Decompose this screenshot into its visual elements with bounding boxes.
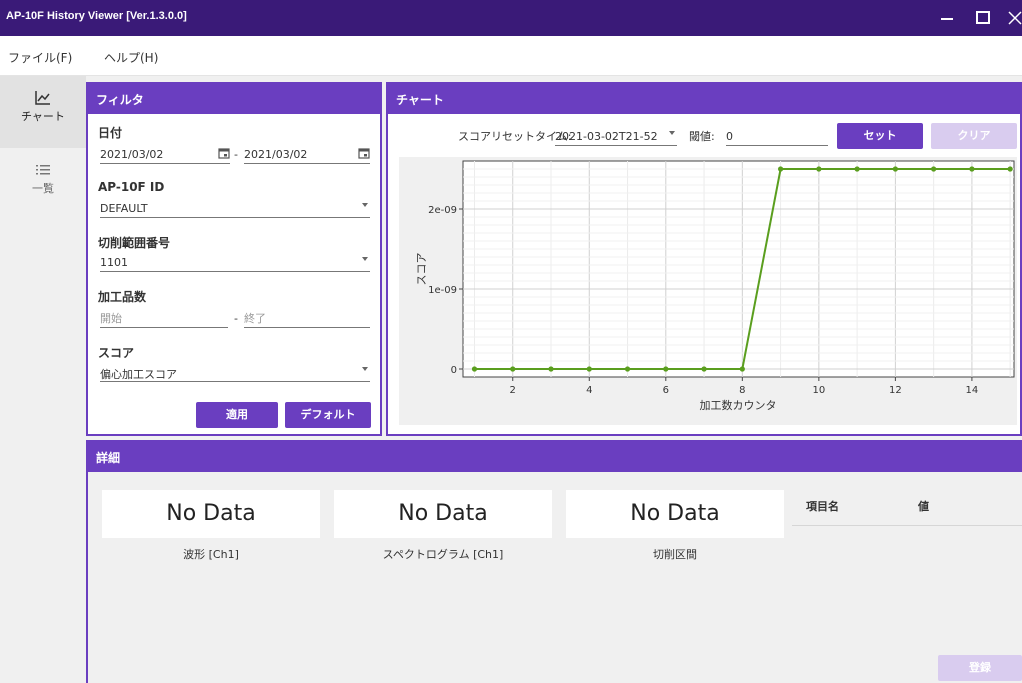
- calendar-icon[interactable]: [218, 147, 230, 159]
- x-tick-label: 6: [663, 385, 669, 396]
- column-header-value: 値: [918, 500, 929, 513]
- chevron-down-icon: [669, 131, 675, 135]
- id-value: DEFAULT: [100, 202, 148, 215]
- detail-panel: 詳細 No Data 波形 [Ch1] No Data スペクトログラム [Ch…: [86, 440, 1022, 683]
- x-tick-label: 14: [966, 385, 979, 396]
- clear-button[interactable]: クリア: [931, 123, 1017, 149]
- data-point: [586, 366, 592, 372]
- chart-panel-title: チャート: [388, 84, 1020, 114]
- menu-bar: ファイル(F) ヘルプ(H): [0, 36, 1022, 76]
- minimize-icon: [941, 18, 953, 20]
- set-button[interactable]: セット: [837, 123, 923, 149]
- data-point: [701, 366, 707, 372]
- maximize-icon: [976, 11, 990, 24]
- range-select[interactable]: 1101: [100, 254, 370, 272]
- cutting-section-box: No Data: [566, 490, 784, 538]
- nav-chart-label: チャート: [21, 110, 65, 123]
- id-select[interactable]: DEFAULT: [100, 200, 370, 218]
- waveform-box: No Data: [102, 490, 320, 538]
- detail-table-header: 項目名 値: [792, 490, 1022, 526]
- count-end-placeholder: 終了: [244, 312, 266, 325]
- apply-button[interactable]: 適用: [196, 402, 278, 428]
- data-point: [969, 166, 975, 172]
- date-separator: -: [234, 148, 238, 161]
- close-icon: [1008, 11, 1022, 25]
- chart-panel: チャート スコアリセットタイム: 2021-03-02T21-52 閾値: 0 …: [386, 82, 1022, 436]
- x-tick-label: 4: [586, 385, 592, 396]
- menu-file[interactable]: ファイル(F): [8, 49, 72, 66]
- data-point: [663, 366, 669, 372]
- reset-time-value: 2021-03-02T21-52: [555, 130, 658, 143]
- x-tick-label: 12: [889, 385, 902, 396]
- data-point: [854, 166, 860, 172]
- chevron-down-icon: [362, 257, 368, 261]
- date-to-value: 2021/03/02: [244, 148, 308, 161]
- filter-panel-title: フィルタ: [88, 84, 380, 114]
- score-label: スコア: [98, 346, 135, 360]
- maximize-button[interactable]: [971, 6, 995, 30]
- register-button[interactable]: 登録: [938, 655, 1022, 681]
- spectrogram-caption: スペクトログラム [Ch1]: [382, 548, 504, 561]
- column-header-name: 項目名: [806, 500, 839, 513]
- side-navigation: チャート 一覧: [0, 76, 86, 683]
- id-label: AP-10F ID: [98, 180, 165, 194]
- count-separator: -: [234, 312, 238, 325]
- chevron-down-icon: [362, 203, 368, 207]
- title-bar: AP-10F History Viewer [Ver.1.3.0.0]: [0, 0, 1022, 36]
- range-label: 切削範囲番号: [98, 236, 171, 250]
- close-button[interactable]: [1003, 6, 1022, 30]
- default-button[interactable]: デフォルト: [285, 402, 371, 428]
- threshold-label: 閾値:: [689, 130, 715, 143]
- cutting-section-caption: 切削区間: [653, 548, 697, 561]
- count-label: 加工品数: [98, 290, 147, 304]
- spectrogram-box: No Data: [334, 490, 552, 538]
- date-from-value: 2021/03/02: [100, 148, 164, 161]
- date-to-field[interactable]: 2021/03/02: [244, 146, 370, 164]
- date-from-field[interactable]: 2021/03/02: [100, 146, 230, 164]
- data-point: [548, 366, 554, 372]
- count-end-input[interactable]: 終了: [244, 308, 370, 328]
- count-start-input[interactable]: 開始: [100, 308, 228, 328]
- nav-item-list[interactable]: 一覧: [0, 148, 86, 220]
- data-point: [739, 366, 745, 372]
- data-point: [777, 166, 784, 172]
- window-title: AP-10F History Viewer [Ver.1.3.0.0]: [6, 10, 187, 22]
- range-value: 1101: [100, 256, 128, 269]
- data-point: [816, 166, 822, 172]
- calendar-icon[interactable]: [358, 147, 370, 159]
- data-point: [624, 366, 631, 372]
- minimize-button[interactable]: [935, 6, 959, 30]
- chart-icon: [35, 91, 50, 105]
- y-tick-label: 1e-09: [428, 285, 457, 296]
- threshold-input[interactable]: 0: [726, 128, 828, 146]
- filter-panel: フィルタ 日付 2021/03/02 - 2021/03/02 AP-10F I…: [86, 82, 382, 436]
- nav-list-label: 一覧: [32, 182, 54, 195]
- data-point: [471, 366, 478, 372]
- score-chart: 2 4 6 8 10 12 14 0 1e-09 2e-09 加工数カウンタ スコア: [399, 157, 1017, 425]
- waveform-caption: 波形 [Ch1]: [183, 548, 239, 561]
- threshold-value: 0: [726, 130, 733, 143]
- score-value: 偏心加工スコア: [100, 368, 177, 381]
- list-icon: [36, 165, 50, 175]
- nav-item-chart[interactable]: チャート: [0, 76, 86, 148]
- y-tick-label: 2e-09: [428, 205, 457, 216]
- data-point: [931, 166, 937, 172]
- score-select[interactable]: 偏心加工スコア: [100, 364, 370, 382]
- reset-time-select[interactable]: 2021-03-02T21-52: [555, 128, 677, 146]
- count-start-placeholder: 開始: [100, 312, 122, 325]
- y-axis-label: スコア: [415, 253, 428, 286]
- date-label: 日付: [98, 126, 123, 140]
- chevron-down-icon: [362, 367, 368, 371]
- menu-help[interactable]: ヘルプ(H): [104, 49, 158, 66]
- detail-panel-title: 詳細: [88, 442, 1022, 472]
- data-point: [892, 166, 898, 172]
- y-tick-label: 0: [451, 365, 457, 376]
- x-tick-label: 2: [510, 385, 516, 396]
- data-point: [1007, 166, 1013, 172]
- x-tick-label: 10: [812, 385, 825, 396]
- x-axis-label: 加工数カウンタ: [700, 399, 777, 412]
- data-point: [510, 366, 516, 372]
- x-tick-label: 8: [739, 385, 745, 396]
